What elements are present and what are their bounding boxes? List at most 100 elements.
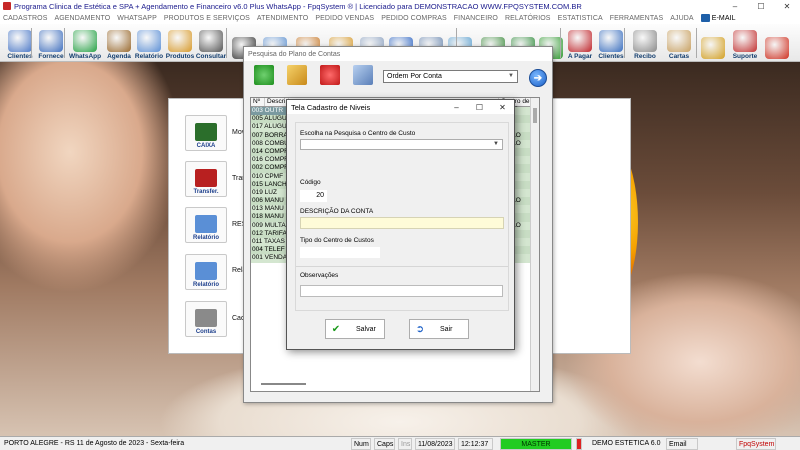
toolbar-label: Produtos (165, 53, 195, 60)
descricao-label: DESCRIÇÃO DA CONTA (300, 208, 374, 215)
menu-atendimento[interactable]: ATENDIMENTO (257, 15, 308, 22)
horizontal-scrollbar[interactable] (261, 383, 306, 385)
status-demo: DEMO ESTETICA 6.0 (590, 438, 660, 450)
dialog-maximize-button[interactable]: ☐ (468, 100, 491, 114)
vertical-scrollbar[interactable] (530, 98, 539, 391)
menu-bar: CADASTROS AGENDAMENTO WHATSAPP PRODUTOS … (0, 12, 800, 24)
toolbar-button-produtos[interactable]: Produtos (166, 25, 194, 61)
toolbar-button-relat-rio[interactable]: Relatório (134, 25, 164, 61)
cell-conta: 017 ALUGU (251, 123, 289, 132)
cell-conta: 010 CPMF (251, 172, 289, 181)
toolbar-label: Clientes (7, 53, 33, 60)
order-select[interactable]: Ordem Por Conta ▼ (383, 70, 518, 83)
scroll-thumb[interactable] (533, 108, 537, 123)
toolbar-label: Relatório (134, 53, 164, 60)
transfer-label: Transfer. (193, 189, 219, 195)
menu-produtos-servicos[interactable]: PRODUTOS E SERVIÇOS (164, 15, 250, 22)
toolbar-button-recibo[interactable]: Recibo (630, 25, 660, 61)
toolbar-button-fornece[interactable]: Fornece (36, 25, 66, 61)
toolbar-button-clientes[interactable]: Clientes (6, 25, 34, 61)
app-icon (3, 2, 11, 10)
toolbar-separator (64, 28, 65, 58)
relatorio-label-1: Relatório (192, 235, 219, 241)
menu-ferramentas[interactable]: FERRAMENTAS (610, 15, 663, 22)
toolbar-button-icon-22[interactable] (700, 25, 726, 61)
codigo-label: Código (300, 179, 321, 186)
toolbar-button-cartas[interactable]: Cartas (664, 25, 694, 61)
toolbar-button-consultar[interactable]: Consultar (196, 25, 226, 61)
menu-financeiro[interactable]: FINANCEIRO (454, 15, 498, 22)
close-button[interactable]: ✕ (774, 0, 800, 12)
dialog-close-button[interactable]: ✕ (491, 100, 514, 114)
dialog-minimize-button[interactable]: – (445, 100, 468, 114)
window-title: Programa Clinica de Estética e SPA + Age… (14, 1, 582, 11)
edit-icon[interactable] (287, 65, 307, 85)
cell-conta: 015 LANCH (251, 180, 289, 189)
print-icon[interactable] (353, 65, 373, 85)
toolbar-button-suporte[interactable]: Suporte (732, 25, 758, 61)
toolbar-button-clientes[interactable]: Clientes (596, 25, 626, 61)
toolbar-button-whatsapp[interactable]: WhatsApp (68, 25, 102, 61)
email-icon (700, 14, 710, 22)
toolbar-label: Cartas (668, 53, 690, 60)
menu-whatsapp[interactable]: WHATSAPP (117, 15, 157, 22)
menu-ajuda[interactable]: AJUDA (670, 15, 693, 22)
cell-conta: 008 COMBU (251, 139, 289, 148)
toolbar-label: Agenda (107, 53, 131, 60)
chevron-down-icon: ▼ (493, 141, 499, 147)
dialog-form: Escolha na Pesquisa o Centro de Custo ▼ … (295, 122, 509, 311)
toolbar-separator (31, 28, 32, 58)
observacoes-field[interactable] (300, 285, 503, 297)
pesquisa-title: Pesquisa do Plano de Contas (244, 47, 552, 61)
toolbar-icon (667, 30, 691, 52)
cell-conta: 018 MANU (251, 213, 289, 222)
cell-conta: 012 TARIFA (251, 229, 289, 238)
escolha-label: Escolha na Pesquisa o Centro de Custo (300, 130, 416, 137)
col-numero[interactable]: Nº (251, 98, 265, 106)
caixa-button[interactable]: CAIXA (185, 115, 227, 151)
menu-pedido-compras[interactable]: PEDIDO COMPRAS (381, 15, 447, 22)
toolbar-button-a-pagar[interactable]: A Pagar (566, 25, 594, 61)
menu-email[interactable]: E-MAIL (700, 14, 736, 22)
relatorio-button-2[interactable]: Relatório (185, 254, 227, 290)
contas-label: Contas (195, 329, 217, 335)
toolbar-label: Recibo (634, 53, 656, 60)
transfer-button[interactable]: Transfer. (185, 161, 227, 197)
status-email[interactable]: Email (666, 438, 698, 450)
observacoes-label: Observações (300, 272, 339, 279)
contas-button[interactable]: Contas (185, 301, 227, 337)
toolbar-label: Consultar (195, 53, 227, 60)
salvar-label: Salvar (356, 325, 376, 333)
descricao-field[interactable] (300, 217, 504, 229)
toolbar-button-agenda[interactable]: Agenda (106, 25, 132, 61)
toolbar-label: WhatsApp (68, 53, 102, 60)
toolbar-icon (107, 30, 131, 52)
codigo-field[interactable]: 20 (300, 190, 327, 202)
toolbar-icon (39, 30, 63, 52)
tipo-centro-custo-field[interactable] (300, 247, 380, 258)
cell-conta: 002 COMPR (251, 164, 289, 173)
sair-button[interactable]: ➲ Sair (409, 319, 469, 339)
menu-agendamento[interactable]: AGENDAMENTO (54, 15, 110, 22)
toolbar-icon (765, 37, 789, 59)
menu-cadastros[interactable]: CADASTROS (3, 15, 47, 22)
menu-email-label: E-MAIL (711, 14, 736, 22)
add-icon[interactable] (254, 65, 274, 85)
menu-relatorios[interactable]: RELATÓRIOS (505, 15, 551, 22)
dialog-controls: – ☐ ✕ (445, 100, 514, 114)
minimize-button[interactable]: – (722, 0, 748, 12)
toolbar-button-icon-24[interactable] (762, 25, 792, 61)
menu-pedido-vendas[interactable]: PEDIDO VENDAS (315, 15, 374, 22)
go-button[interactable]: ➔ (529, 69, 547, 87)
delete-icon[interactable] (320, 65, 340, 85)
cadastro-niveis-dialog: Tela Cadastro de Niveis – ☐ ✕ Escolha na… (286, 99, 515, 350)
centro-custo-combo[interactable]: ▼ (300, 139, 503, 150)
cell-conta: 009 MULTA (251, 221, 289, 230)
toolbar-icon (733, 30, 757, 52)
menu-estatistica[interactable]: ESTATISTICA (558, 15, 603, 22)
salvar-button[interactable]: ✔ Salvar (325, 319, 385, 339)
relatorio-button-1[interactable]: Relatório (185, 207, 227, 243)
toolbar-icon (137, 30, 161, 52)
abc-icon (195, 309, 217, 327)
maximize-button[interactable]: ☐ (748, 0, 774, 12)
